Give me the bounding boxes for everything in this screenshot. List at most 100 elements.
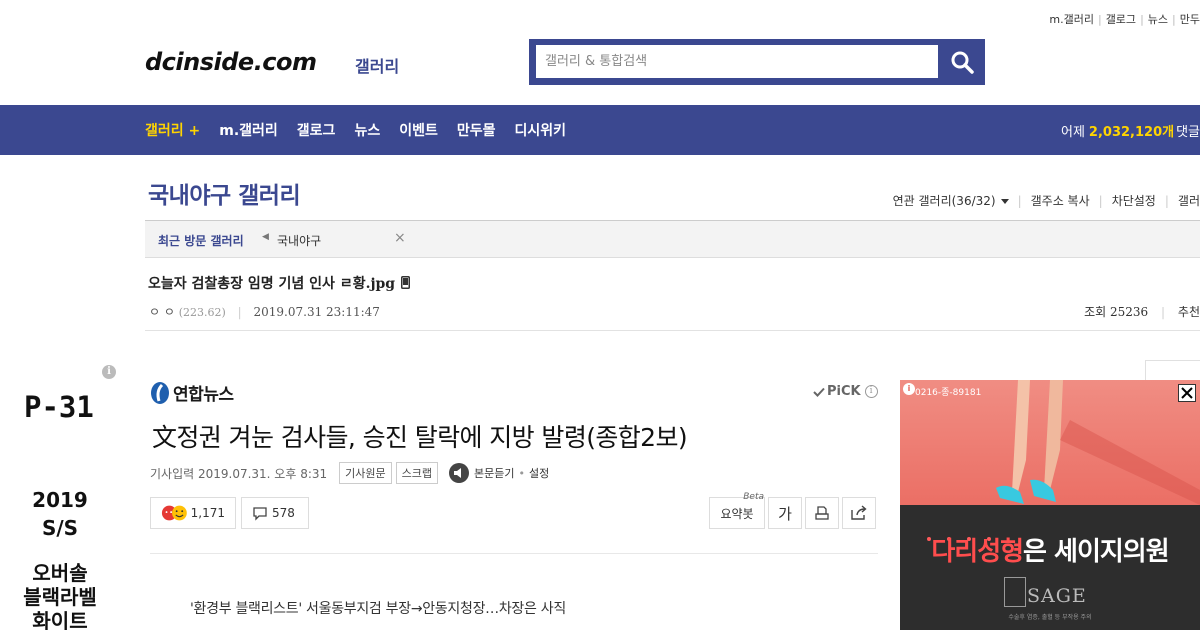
stat-count: 2,032,120개 [1088,124,1175,140]
share-button[interactable] [842,497,876,529]
listen-button[interactable]: 본문듣기 • 설정 [448,462,549,484]
close-icon[interactable]: × [394,230,406,246]
sage-emblem-icon [1004,577,1026,607]
recent-visit-bar: 최근 방문 갤러리 ◀ 국내야구 × [145,220,1200,258]
share-icon [851,505,867,520]
header-divider [145,330,1200,331]
news-source-name: 연합뉴스 [173,385,234,405]
nav-item-news[interactable]: 뉴스 [354,120,380,140]
site-logo[interactable]: dcinside.com [145,48,317,76]
copy-address-link[interactable]: 갤주소 복사 [1031,192,1090,209]
main-nav: 갤러리 + m.갤러리 갤로그 뉴스 이벤트 만두몰 디시위키 어제 2,032… [0,105,1200,155]
nav-item-gallog[interactable]: 갤로그 [297,120,336,140]
listen-label: 본문듣기 [474,467,515,480]
right-ad[interactable]: i 0216-종-89181 다리성형은 세이지의원 SAGE 수술후 염증, … [900,380,1200,630]
reaction-button[interactable]: 1,171 [150,497,236,529]
info-icon[interactable]: i [864,385,878,398]
ad-info-icon[interactable]: i [102,365,116,379]
block-settings-link[interactable]: 차단설정 [1112,192,1156,209]
summary-bot-label: 요약봇 [720,506,754,521]
font-size-button[interactable]: 가 [768,497,802,529]
util-sep: | [1172,13,1176,26]
post-author[interactable]: ㅇ ㅇ [149,305,175,319]
comment-button[interactable]: 578 [241,497,309,529]
ad-headline-red: 다리성형 [931,537,1024,567]
check-icon [813,387,825,397]
article-divider [150,553,878,554]
util-link-gallog[interactable]: 갤로그 [1106,11,1136,27]
pick-badge: PiCK i [813,384,878,399]
stat-prefix: 어제 [1061,124,1085,140]
post-recommend: 추천 [1177,305,1200,319]
yonhap-logo-icon [151,381,169,404]
caret-left-icon[interactable]: ◀ [262,232,269,242]
search-bar [529,39,985,85]
logo-gallery-label[interactable]: 갤러리 [355,53,399,77]
post-title-text: 오늘자 검찰총장 임명 기념 인사 ㄹ황.jpg [148,276,396,292]
ad-headline-rest: 은 세이지의원 [1023,537,1170,567]
original-article-button[interactable]: 기사원문 [339,462,392,484]
nav-item-wiki[interactable]: 디시위키 [514,120,566,140]
utility-links: m.갤러리 | 갤로그 | 뉴스 | 만두 [1049,11,1200,27]
article-published: 기사입력 2019.07.31. 오후 8:31 [150,466,328,481]
comment-count: 578 [272,506,295,520]
tools-sep: | [1098,193,1103,208]
nav-items: 갤러리 + m.갤러리 갤로그 뉴스 이벤트 만두몰 디시위키 [145,105,585,155]
daily-stat: 어제 2,032,120개 댓글 [1061,105,1200,155]
ad-season: S/S [41,516,79,540]
ad-image-top [900,380,1200,505]
reaction-bar: 1,171 578 [150,497,314,529]
ad-brand: P-31 [24,390,94,424]
settings-label[interactable]: 설정 [529,465,549,481]
stats-sep: | [1161,305,1166,319]
util-sep: | [1097,13,1102,26]
util-link-news[interactable]: 뉴스 [1148,11,1168,27]
ad-phone: 0216-종-89181 [915,388,982,398]
ad-headline: 다리성형은 세이지의원 [900,531,1200,568]
util-link-mgallery[interactable]: m.갤러리 [1049,11,1094,27]
close-icon[interactable] [1178,384,1196,402]
meta-sep: | [237,305,242,319]
post-ip: (223.62) [178,306,226,319]
post-date: 2019.07.31 23:11:47 [253,305,380,319]
nav-item-mgallery[interactable]: m.갤러리 [219,120,278,140]
legs-illustration-icon [996,380,1200,505]
post-stats: 조회 25236 | 추천 [1084,303,1200,320]
util-link-mandu[interactable]: 만두 [1180,11,1200,27]
more-link[interactable]: 갤러 [1178,192,1200,209]
search-button[interactable] [939,39,985,85]
ad-info-icon[interactable]: i [903,383,915,395]
news-source-logo[interactable]: 연합뉴스 [150,380,234,405]
print-icon [815,506,829,520]
nav-item-event[interactable]: 이벤트 [399,120,438,140]
post-title: 오늘자 검찰총장 임명 기념 인사 ㄹ황.jpg [148,273,411,293]
mobile-icon [401,276,411,293]
tools-sep: | [1017,193,1022,208]
chevron-down-icon [1000,199,1009,204]
article-meta: 기사입력 2019.07.31. 오후 8:31 기사원문 스크랩 본문듣기 •… [150,462,549,484]
tools-sep: | [1164,193,1169,208]
article-headline: 文정권 겨눈 검사들, 승진 탈락에 지방 발령(종합2보) [152,423,688,452]
ad-brand-sage: SAGE [1027,585,1087,607]
stat-suffix: 댓글 [1176,124,1200,140]
post-meta: ㅇ ㅇ (223.62) | 2019.07.31 23:11:47 [149,303,380,320]
nav-item-mall[interactable]: 만두몰 [457,120,496,140]
recent-visit-label: 최근 방문 갤러리 [158,234,244,248]
ad-small-print: 수술후 염증, 출혈 등 부작용 주의 [1008,614,1092,621]
print-button[interactable] [805,497,839,529]
reaction-count: 1,171 [190,506,225,520]
nav-item-gallery[interactable]: 갤러리 + [145,120,200,140]
summary-bot-button[interactable]: Beta 요약봇 [709,492,765,529]
related-gallery-dropdown[interactable]: 연관 갤러리(36/32) [893,192,1009,209]
article-tools: Beta 요약봇 가 [706,492,876,529]
dot-sep: • [518,466,526,480]
comment-icon [253,507,267,521]
gallery-title[interactable]: 국내야구 갤러리 [148,176,301,210]
side-panel-edge [1145,360,1200,380]
ad-line: 화이트 [32,609,88,630]
related-gallery-label: 연관 갤러리(36/32) [892,194,996,208]
search-input[interactable] [536,45,938,78]
scrap-button[interactable]: 스크랩 [395,462,439,484]
recent-visit-item[interactable]: 국내야구 [277,232,321,249]
ad-text-panel: 다리성형은 세이지의원 SAGE 수술후 염증, 출혈 등 부작용 주의 [900,505,1200,630]
